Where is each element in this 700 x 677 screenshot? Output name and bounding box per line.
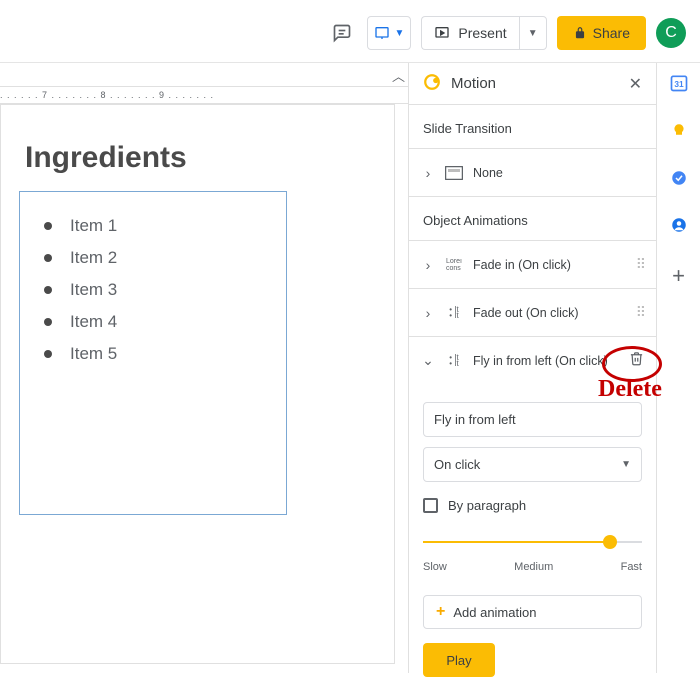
animation-row[interactable]: › • It• It Fade out (On click) ⠿: [409, 288, 656, 336]
list-item: Item 2: [20, 242, 286, 274]
transition-none-label: None: [473, 166, 503, 180]
speed-slow-label: Slow: [423, 561, 447, 573]
bullets-icon: • It• It: [445, 355, 463, 367]
text-block-icon: Loreıcons: [445, 258, 463, 272]
bullets-icon: • It• It: [445, 307, 463, 319]
chevron-down-icon: ▼: [621, 459, 631, 470]
by-paragraph-checkbox[interactable]: [423, 498, 438, 513]
drag-handle-icon[interactable]: ⠿: [636, 304, 644, 321]
item-list: Item 1 Item 2 Item 3 Item 4 Item 5: [20, 210, 286, 370]
share-button[interactable]: Share: [557, 16, 646, 50]
avatar[interactable]: C: [656, 18, 686, 48]
content-placeholder[interactable]: Item 1 Item 2 Item 3 Item 4 Item 5: [19, 191, 287, 515]
share-label: Share: [593, 25, 630, 41]
speed-medium-label: Medium: [514, 561, 553, 573]
chevron-down-icon: ⌄: [421, 352, 435, 369]
effect-select[interactable]: Fly in from left: [423, 402, 642, 437]
svg-text:31: 31: [674, 79, 684, 89]
plus-icon: +: [436, 603, 445, 621]
list-item: Item 4: [20, 306, 286, 338]
list-item: Item 3: [20, 274, 286, 306]
page-title: Ingredients: [25, 141, 187, 175]
slideshow-dropdown[interactable]: ▼: [367, 16, 411, 50]
add-animation-button[interactable]: + Add animation: [423, 595, 642, 629]
calendar-icon[interactable]: 31: [669, 73, 689, 98]
chevron-right-icon: ›: [421, 257, 435, 273]
section-animations-label: Object Animations: [409, 196, 656, 240]
comment-icon[interactable]: [327, 18, 357, 48]
slider-thumb[interactable]: [603, 535, 617, 549]
bullet-icon: [44, 350, 52, 358]
bullet-icon: [44, 286, 52, 294]
trash-icon[interactable]: [629, 351, 644, 370]
play-button[interactable]: Play: [423, 643, 495, 677]
animation-row-expanded[interactable]: ⌄ • It• It Fly in from left (On click): [409, 336, 656, 384]
chevron-right-icon: ›: [421, 305, 435, 321]
section-transition-label: Slide Transition: [409, 105, 656, 148]
collapse-panel-icon[interactable]: ︿: [392, 66, 405, 85]
side-addon-bar: 31 +: [656, 63, 700, 673]
ruler: . . . . . . 7 . . . . . . . 8 . . . . . …: [0, 86, 408, 104]
speed-fast-label: Fast: [621, 561, 642, 573]
bullet-icon: [44, 222, 52, 230]
slide-canvas[interactable]: Ingredients Item 1 Item 2 Item 3 Item 4 …: [0, 104, 395, 664]
slide-frame-icon: [445, 166, 463, 180]
animation-label: Fly in from left (On click): [473, 354, 608, 368]
motion-panel: Motion ✕ Slide Transition › None Object …: [408, 63, 656, 673]
transition-row[interactable]: › None: [409, 148, 656, 196]
panel-title: Motion: [451, 75, 496, 92]
animation-label: Fade out (On click): [473, 306, 579, 320]
bullet-icon: [44, 318, 52, 326]
contacts-icon[interactable]: [670, 216, 688, 239]
tasks-icon[interactable]: [670, 169, 688, 192]
list-item: Item 1: [20, 210, 286, 242]
animation-details: Fly in from left On click ▼ By paragraph…: [409, 384, 656, 577]
animation-row[interactable]: › Loreıcons Fade in (On click) ⠿: [409, 240, 656, 288]
list-item: Item 5: [20, 338, 286, 370]
present-button[interactable]: Present: [421, 16, 518, 50]
present-label: Present: [458, 25, 506, 41]
present-dropdown[interactable]: ▼: [519, 16, 547, 50]
bullet-icon: [44, 254, 52, 262]
keep-icon[interactable]: [670, 122, 688, 145]
motion-icon: [423, 73, 441, 94]
drag-handle-icon[interactable]: ⠿: [636, 256, 644, 273]
by-paragraph-label: By paragraph: [448, 498, 526, 513]
chevron-right-icon: ›: [421, 165, 435, 181]
trigger-select[interactable]: On click ▼: [423, 447, 642, 482]
animation-label: Fade in (On click): [473, 258, 571, 272]
close-icon[interactable]: ✕: [629, 74, 642, 94]
speed-slider[interactable]: [423, 535, 642, 549]
add-addon-icon[interactable]: +: [672, 263, 685, 289]
